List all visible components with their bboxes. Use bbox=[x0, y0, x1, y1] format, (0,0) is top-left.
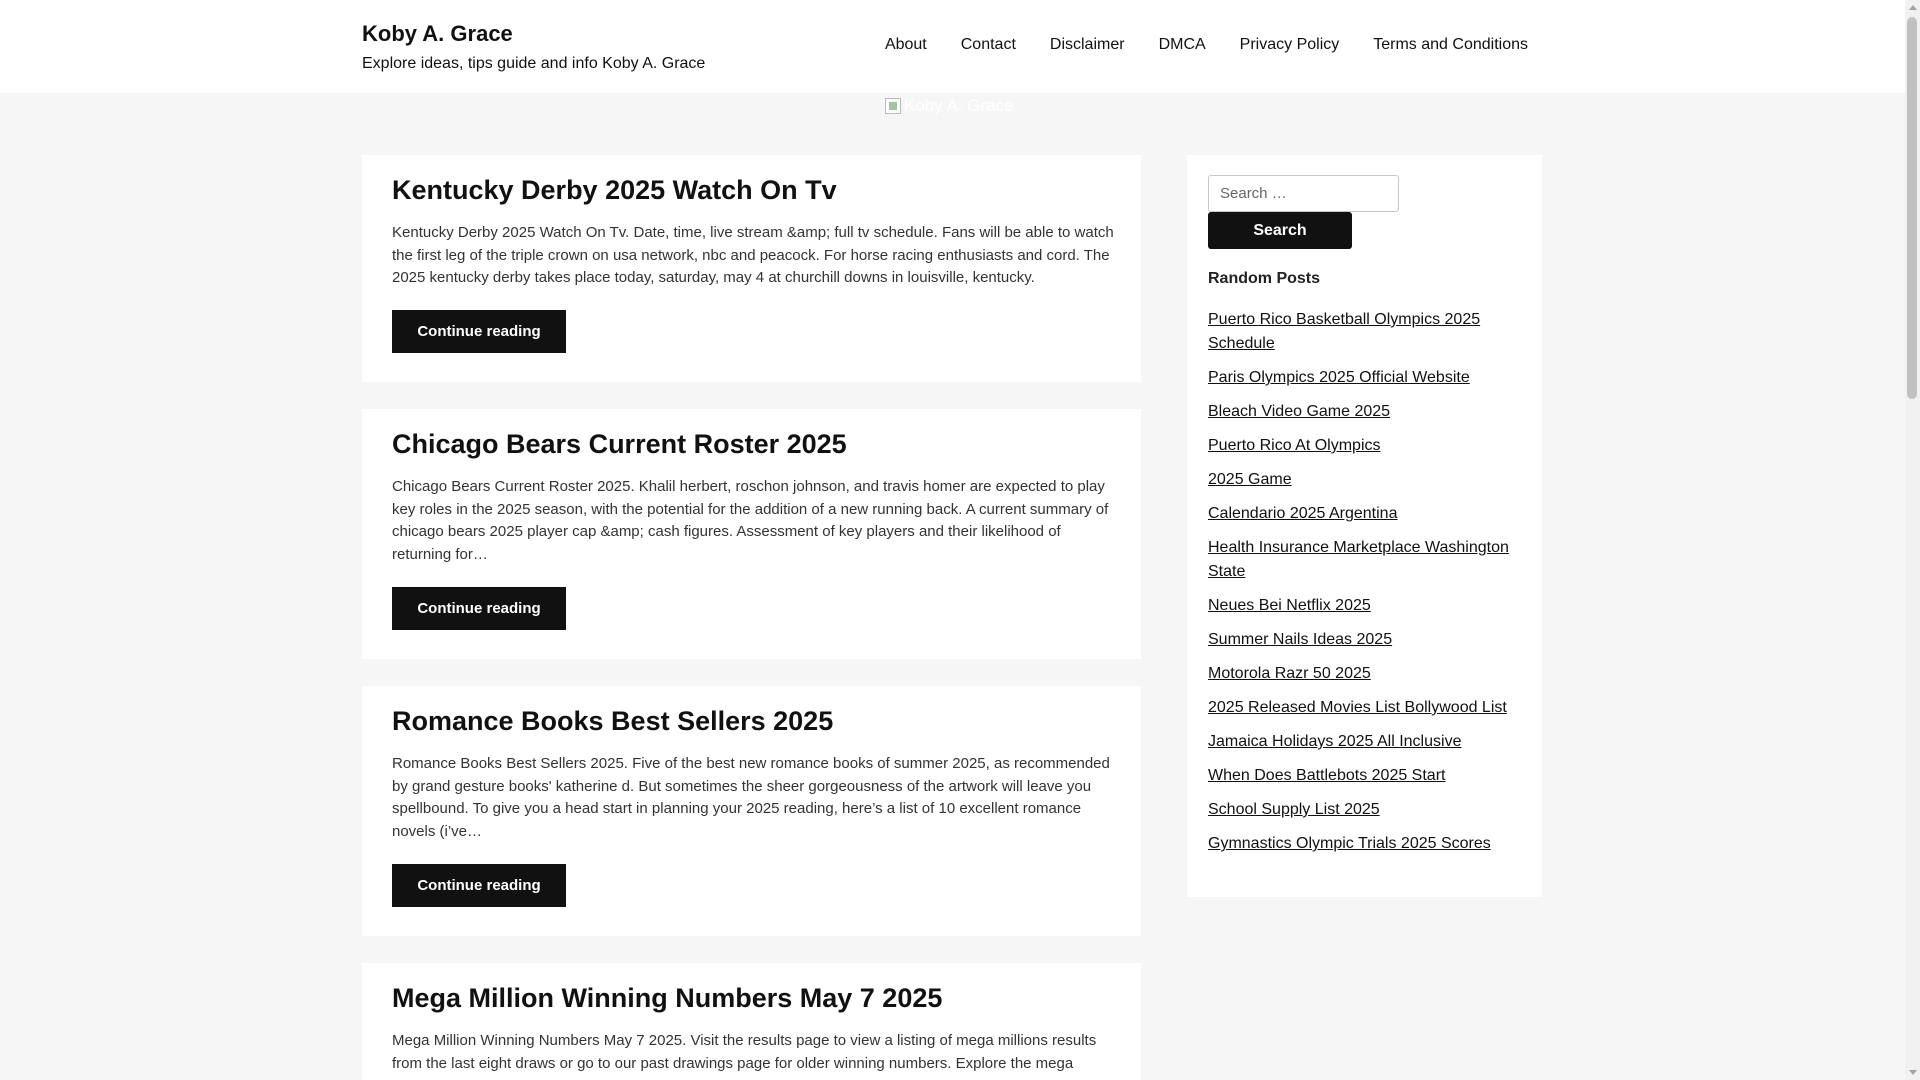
scroll-up-arrow-icon[interactable] bbox=[1909, 5, 1917, 10]
post-excerpt: Romance Books Best Sellers 2025. Five of… bbox=[392, 755, 1110, 840]
random-post-link[interactable]: 2025 Released Movies List Bollywood List bbox=[1208, 699, 1507, 716]
sidebar: Search … Search Random Posts Puerto Rico… bbox=[1187, 155, 1542, 897]
post-card: Chicago Bears Current Roster 2025 Chicag… bbox=[362, 409, 1141, 659]
header-banner-image[interactable]: Koby A. Grace bbox=[885, 93, 1014, 119]
random-post-link[interactable]: Bleach Video Game 2025 bbox=[1208, 403, 1390, 420]
scroll-down-arrow-icon[interactable] bbox=[1909, 1070, 1917, 1075]
list-item: When Does Battlebots 2025 Start bbox=[1208, 764, 1528, 788]
random-post-link[interactable]: Gymnastics Olympic Trials 2025 Scores bbox=[1208, 835, 1491, 852]
list-item: Paris Olympics 2025 Official Website bbox=[1208, 366, 1528, 390]
list-item: Motorola Razr 50 2025 bbox=[1208, 662, 1528, 686]
main-nav: About Contact Disclaimer DMCA Privacy Po… bbox=[885, 36, 1528, 54]
random-post-link[interactable]: Health Insurance Marketplace Washington … bbox=[1208, 539, 1509, 580]
scrollbar-thumb[interactable] bbox=[1907, 17, 1917, 399]
nav-item-terms[interactable]: Terms and Conditions bbox=[1373, 36, 1528, 54]
random-post-link[interactable]: Neues Bei Netflix 2025 bbox=[1208, 597, 1371, 614]
random-posts-list: Puerto Rico Basketball Olympics 2025 Sch… bbox=[1208, 308, 1528, 866]
random-post-link[interactable]: When Does Battlebots 2025 Start bbox=[1208, 767, 1445, 784]
nav-item-disclaimer[interactable]: Disclaimer bbox=[1050, 36, 1125, 54]
post-card: Mega Million Winning Numbers May 7 2025 … bbox=[362, 963, 1141, 1080]
random-post-link[interactable]: 2025 Game bbox=[1208, 471, 1292, 488]
search-button[interactable]: Search bbox=[1208, 212, 1352, 249]
banner-alt-text: Koby A. Grace bbox=[904, 96, 1014, 115]
random-post-link[interactable]: Jamaica Holidays 2025 All Inclusive bbox=[1208, 733, 1461, 750]
list-item: Health Insurance Marketplace Washington … bbox=[1208, 536, 1528, 584]
random-post-link[interactable]: Paris Olympics 2025 Official Website bbox=[1208, 369, 1470, 386]
random-post-link[interactable]: Puerto Rico At Olympics bbox=[1208, 437, 1381, 454]
list-item: Gymnastics Olympic Trials 2025 Scores bbox=[1208, 832, 1528, 856]
list-item: Jamaica Holidays 2025 All Inclusive bbox=[1208, 730, 1528, 754]
list-item: Calendario 2025 Argentina bbox=[1208, 502, 1528, 526]
random-post-link[interactable]: Calendario 2025 Argentina bbox=[1208, 505, 1397, 522]
post-title[interactable]: Romance Books Best Sellers 2025 bbox=[392, 706, 833, 737]
site-title[interactable]: Koby A. Grace bbox=[362, 21, 513, 47]
search-input[interactable]: Search … bbox=[1208, 175, 1399, 212]
list-item: Summer Nails Ideas 2025 bbox=[1208, 628, 1528, 652]
list-item: Puerto Rico Basketball Olympics 2025 Sch… bbox=[1208, 308, 1528, 356]
site-header: Koby A. Grace Explore ideas, tips guide … bbox=[0, 0, 1905, 93]
nav-item-contact[interactable]: Contact bbox=[961, 36, 1016, 54]
list-item: 2025 Game bbox=[1208, 468, 1528, 492]
page-scrollbar[interactable] bbox=[1905, 0, 1920, 1080]
post-excerpt: Kentucky Derby 2025 Watch On Tv. Date, t… bbox=[392, 224, 1114, 287]
random-post-link[interactable]: School Supply List 2025 bbox=[1208, 801, 1380, 818]
post-card: Romance Books Best Sellers 2025 Romance … bbox=[362, 686, 1141, 936]
continue-reading-button[interactable]: Continue reading bbox=[392, 310, 566, 353]
nav-item-about[interactable]: About bbox=[885, 36, 927, 54]
random-post-link[interactable]: Summer Nails Ideas 2025 bbox=[1208, 631, 1392, 648]
list-item: School Supply List 2025 bbox=[1208, 798, 1528, 822]
post-title[interactable]: Kentucky Derby 2025 Watch On Tv bbox=[392, 175, 837, 206]
site-tagline: Explore ideas, tips guide and info Koby … bbox=[362, 55, 706, 72]
random-posts-heading: Random Posts bbox=[1208, 270, 1321, 287]
continue-reading-button[interactable]: Continue reading bbox=[392, 587, 566, 630]
list-item: Puerto Rico At Olympics bbox=[1208, 434, 1528, 458]
post-card: Kentucky Derby 2025 Watch On Tv Kentucky… bbox=[362, 155, 1141, 382]
nav-item-privacy-policy[interactable]: Privacy Policy bbox=[1240, 36, 1340, 54]
post-title[interactable]: Chicago Bears Current Roster 2025 bbox=[392, 429, 847, 460]
nav-item-dmca[interactable]: DMCA bbox=[1159, 36, 1206, 54]
list-item: Neues Bei Netflix 2025 bbox=[1208, 594, 1528, 618]
post-excerpt: Chicago Bears Current Roster 2025. Khali… bbox=[392, 478, 1109, 563]
continue-reading-button[interactable]: Continue reading bbox=[392, 864, 566, 907]
random-post-link[interactable]: Puerto Rico Basketball Olympics 2025 Sch… bbox=[1208, 311, 1480, 352]
list-item: 2025 Released Movies List Bollywood List bbox=[1208, 696, 1528, 720]
post-title[interactable]: Mega Million Winning Numbers May 7 2025 bbox=[392, 983, 942, 1014]
list-item: Bleach Video Game 2025 bbox=[1208, 400, 1528, 424]
broken-image-icon bbox=[885, 98, 901, 114]
random-post-link[interactable]: Motorola Razr 50 2025 bbox=[1208, 665, 1371, 682]
post-excerpt: Mega Million Winning Numbers May 7 2025.… bbox=[392, 1032, 1097, 1072]
